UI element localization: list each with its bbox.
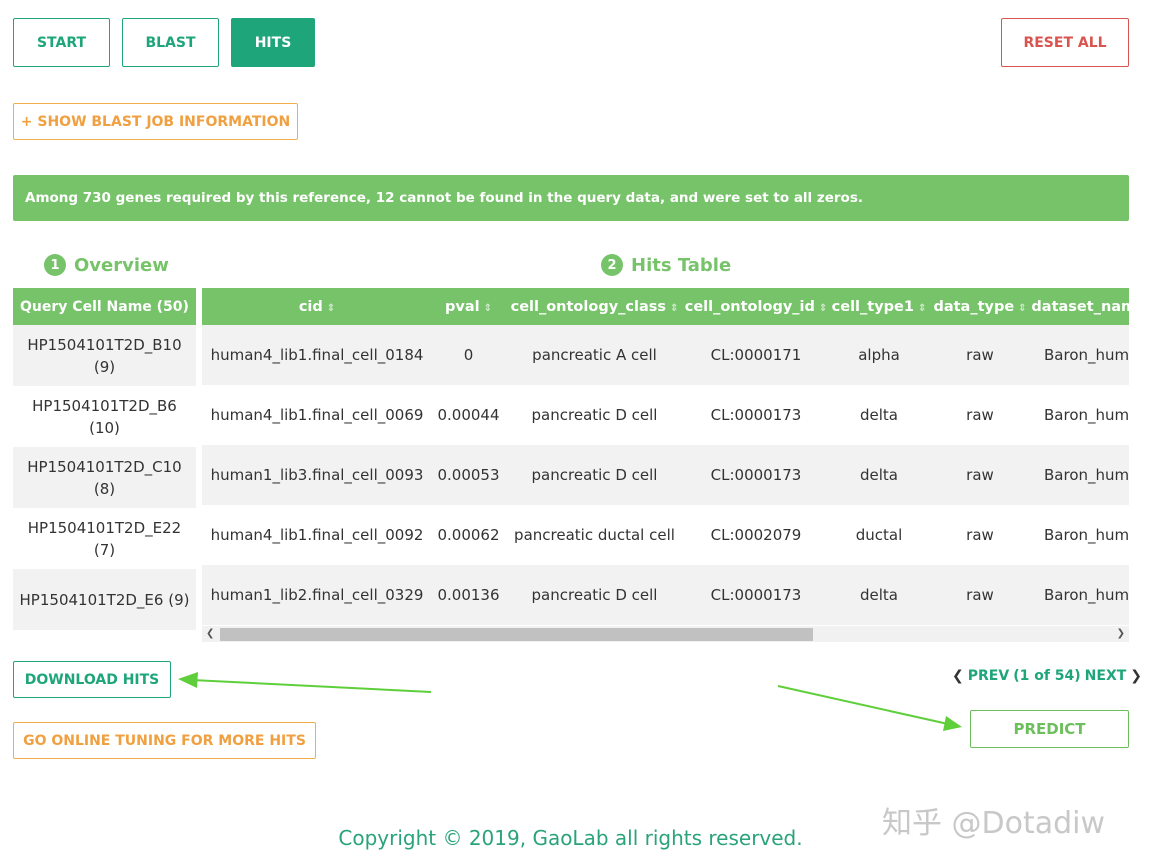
annotation-arrows (178, 672, 962, 731)
arrow-line (777, 685, 949, 725)
arrow-head (943, 716, 962, 731)
arrow-line (191, 679, 432, 693)
watermark: 知乎 @Dotadiw (882, 806, 1106, 841)
arrow-head (178, 672, 198, 688)
